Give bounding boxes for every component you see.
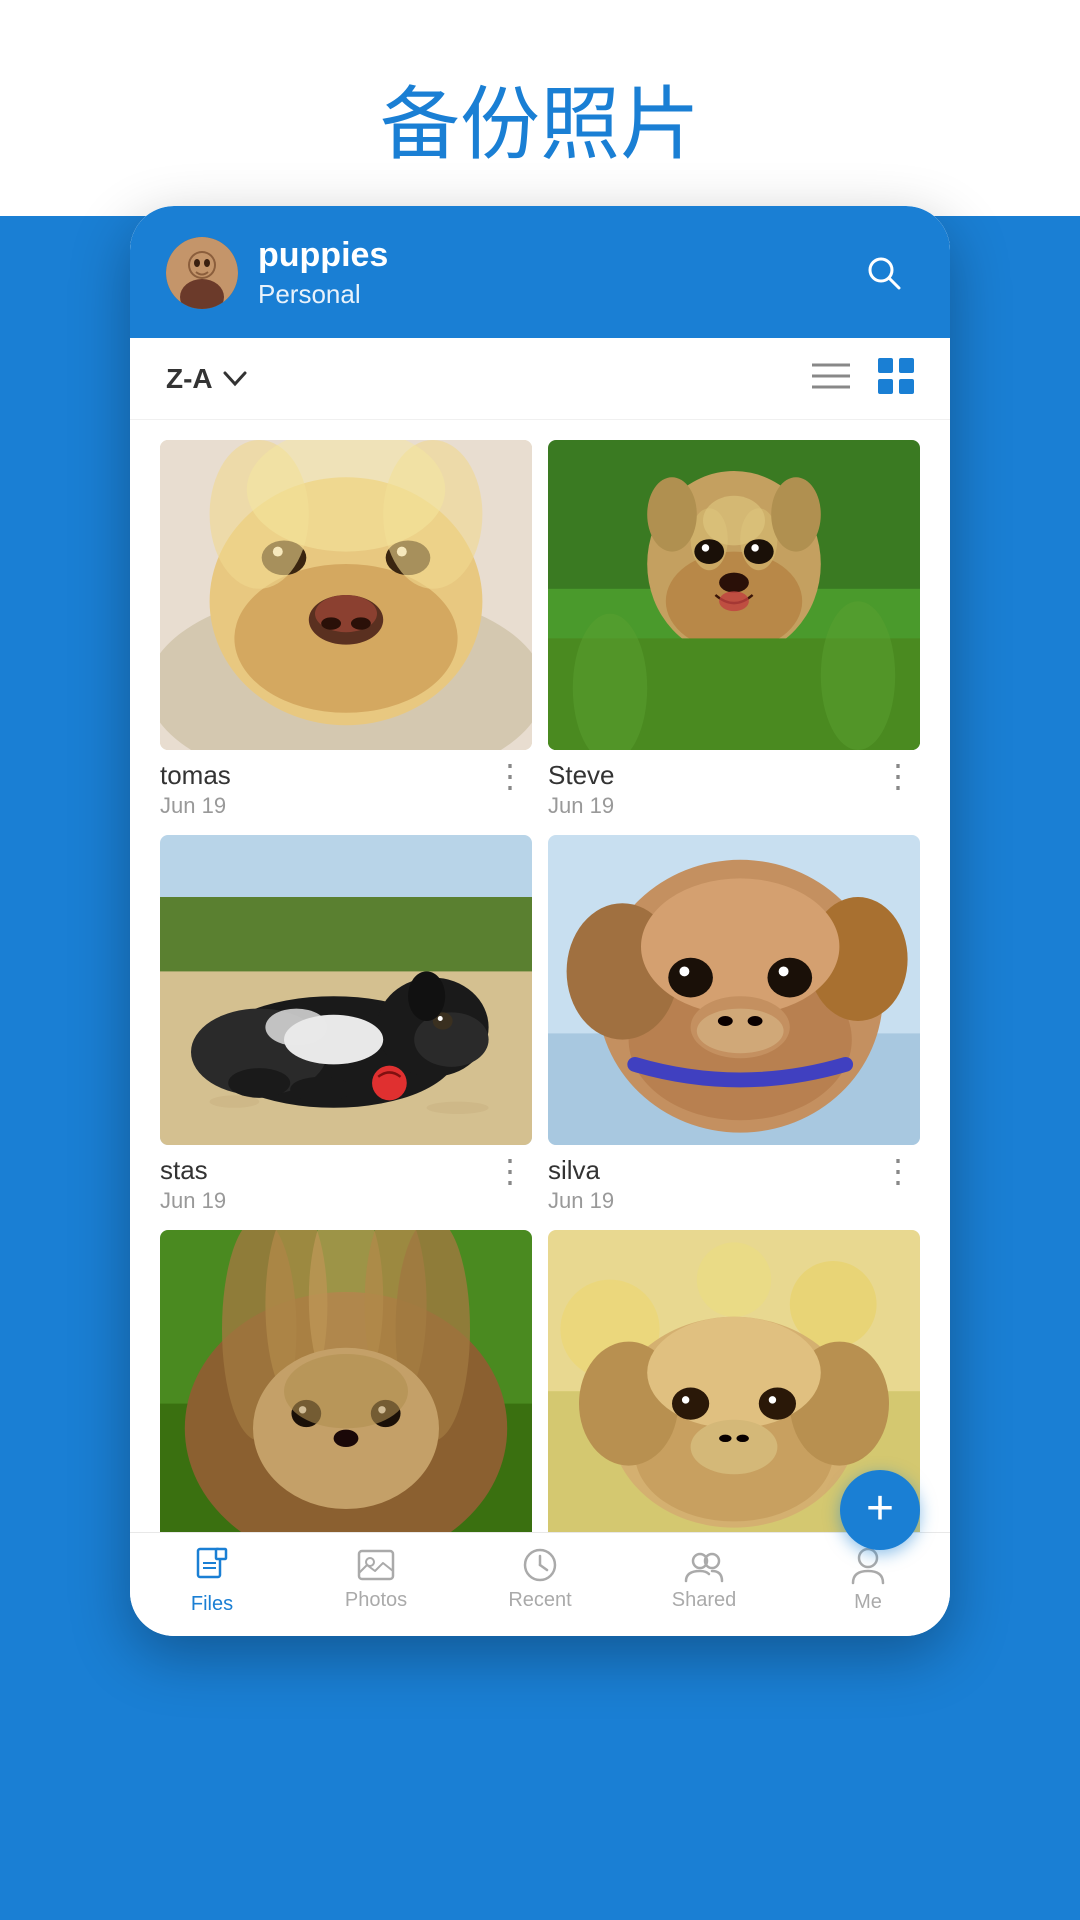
file-name: silva <box>548 1155 614 1186</box>
view-controls <box>812 358 914 399</box>
more-options-button[interactable]: ⋮ <box>488 760 532 792</box>
file-name: Steve <box>548 760 615 791</box>
list-item: silva Jun 19 ⋮ <box>548 835 920 1214</box>
files-grid: tomas Jun 19 ⋮ <box>130 420 950 1532</box>
album-title: puppies <box>258 236 834 275</box>
add-icon: + <box>866 1485 894 1533</box>
file-thumbnail-yorkie[interactable] <box>160 1230 532 1532</box>
nav-label-photos: Photos <box>345 1589 407 1612</box>
file-date: Jun 19 <box>160 793 231 819</box>
file-icon <box>194 1547 230 1587</box>
sort-control[interactable]: Z-A <box>166 363 247 395</box>
file-thumbnail-tomas[interactable] <box>160 440 532 750</box>
file-thumbnail-steve[interactable] <box>548 440 920 750</box>
list-item: tomas Jun 19 ⋮ <box>160 440 532 819</box>
list-item: stas Jun 19 ⋮ <box>160 835 532 1214</box>
person-icon <box>851 1547 885 1585</box>
file-meta: silva Jun 19 ⋮ <box>548 1155 920 1214</box>
nav-label-me: Me <box>854 1591 882 1614</box>
list-item <box>160 1230 532 1532</box>
file-info: stas Jun 19 <box>160 1155 226 1214</box>
list-item: Steve Jun 19 ⋮ <box>548 440 920 819</box>
toolbar: Z-A <box>130 338 950 420</box>
file-info: silva Jun 19 <box>548 1155 614 1214</box>
album-type: Personal <box>258 279 834 310</box>
app-header: puppies Personal <box>130 206 950 338</box>
shared-icon <box>684 1547 724 1583</box>
avatar-image <box>166 237 238 309</box>
sort-label: Z-A <box>166 363 213 395</box>
grid-view-button[interactable] <box>878 358 914 399</box>
more-options-button[interactable]: ⋮ <box>876 760 920 792</box>
search-button[interactable] <box>854 243 914 303</box>
file-info: Steve Jun 19 <box>548 760 615 819</box>
add-button[interactable]: + <box>840 1470 920 1550</box>
nav-label-recent: Recent <box>508 1589 571 1612</box>
chevron-down-icon <box>223 371 247 387</box>
nav-item-photos[interactable]: Photos <box>294 1547 458 1616</box>
file-date: Jun 19 <box>160 1188 226 1214</box>
phone-frame: puppies Personal Z-A <box>130 206 950 1636</box>
more-options-button[interactable]: ⋮ <box>488 1155 532 1187</box>
clock-icon <box>522 1547 558 1583</box>
nav-label-shared: Shared <box>672 1589 737 1612</box>
file-meta: Steve Jun 19 ⋮ <box>548 760 920 819</box>
nav-item-recent[interactable]: Recent <box>458 1547 622 1616</box>
list-view-button[interactable] <box>812 361 850 396</box>
file-name: tomas <box>160 760 231 791</box>
file-thumbnail-silva[interactable] <box>548 835 920 1145</box>
grid-icon <box>878 358 914 394</box>
file-meta: tomas Jun 19 ⋮ <box>160 760 532 819</box>
header-text: puppies Personal <box>258 236 834 310</box>
nav-item-shared[interactable]: Shared <box>622 1547 786 1616</box>
nav-item-files[interactable]: Files <box>130 1547 294 1616</box>
avatar <box>166 237 238 309</box>
file-name: stas <box>160 1155 226 1186</box>
list-icon <box>812 361 850 391</box>
search-icon <box>865 254 903 292</box>
page-title: 备份照片 <box>0 60 1080 176</box>
file-thumbnail-stas[interactable] <box>160 835 532 1145</box>
nav-label-files: Files <box>191 1593 233 1616</box>
nav-item-me[interactable]: Me <box>786 1547 950 1616</box>
file-date: Jun 19 <box>548 1188 614 1214</box>
bottom-navigation: Files Photos Recent <box>130 1532 950 1636</box>
file-meta: stas Jun 19 ⋮ <box>160 1155 532 1214</box>
photo-icon <box>357 1547 395 1583</box>
more-options-button[interactable]: ⋮ <box>876 1155 920 1187</box>
file-info: tomas Jun 19 <box>160 760 231 819</box>
file-date: Jun 19 <box>548 793 615 819</box>
